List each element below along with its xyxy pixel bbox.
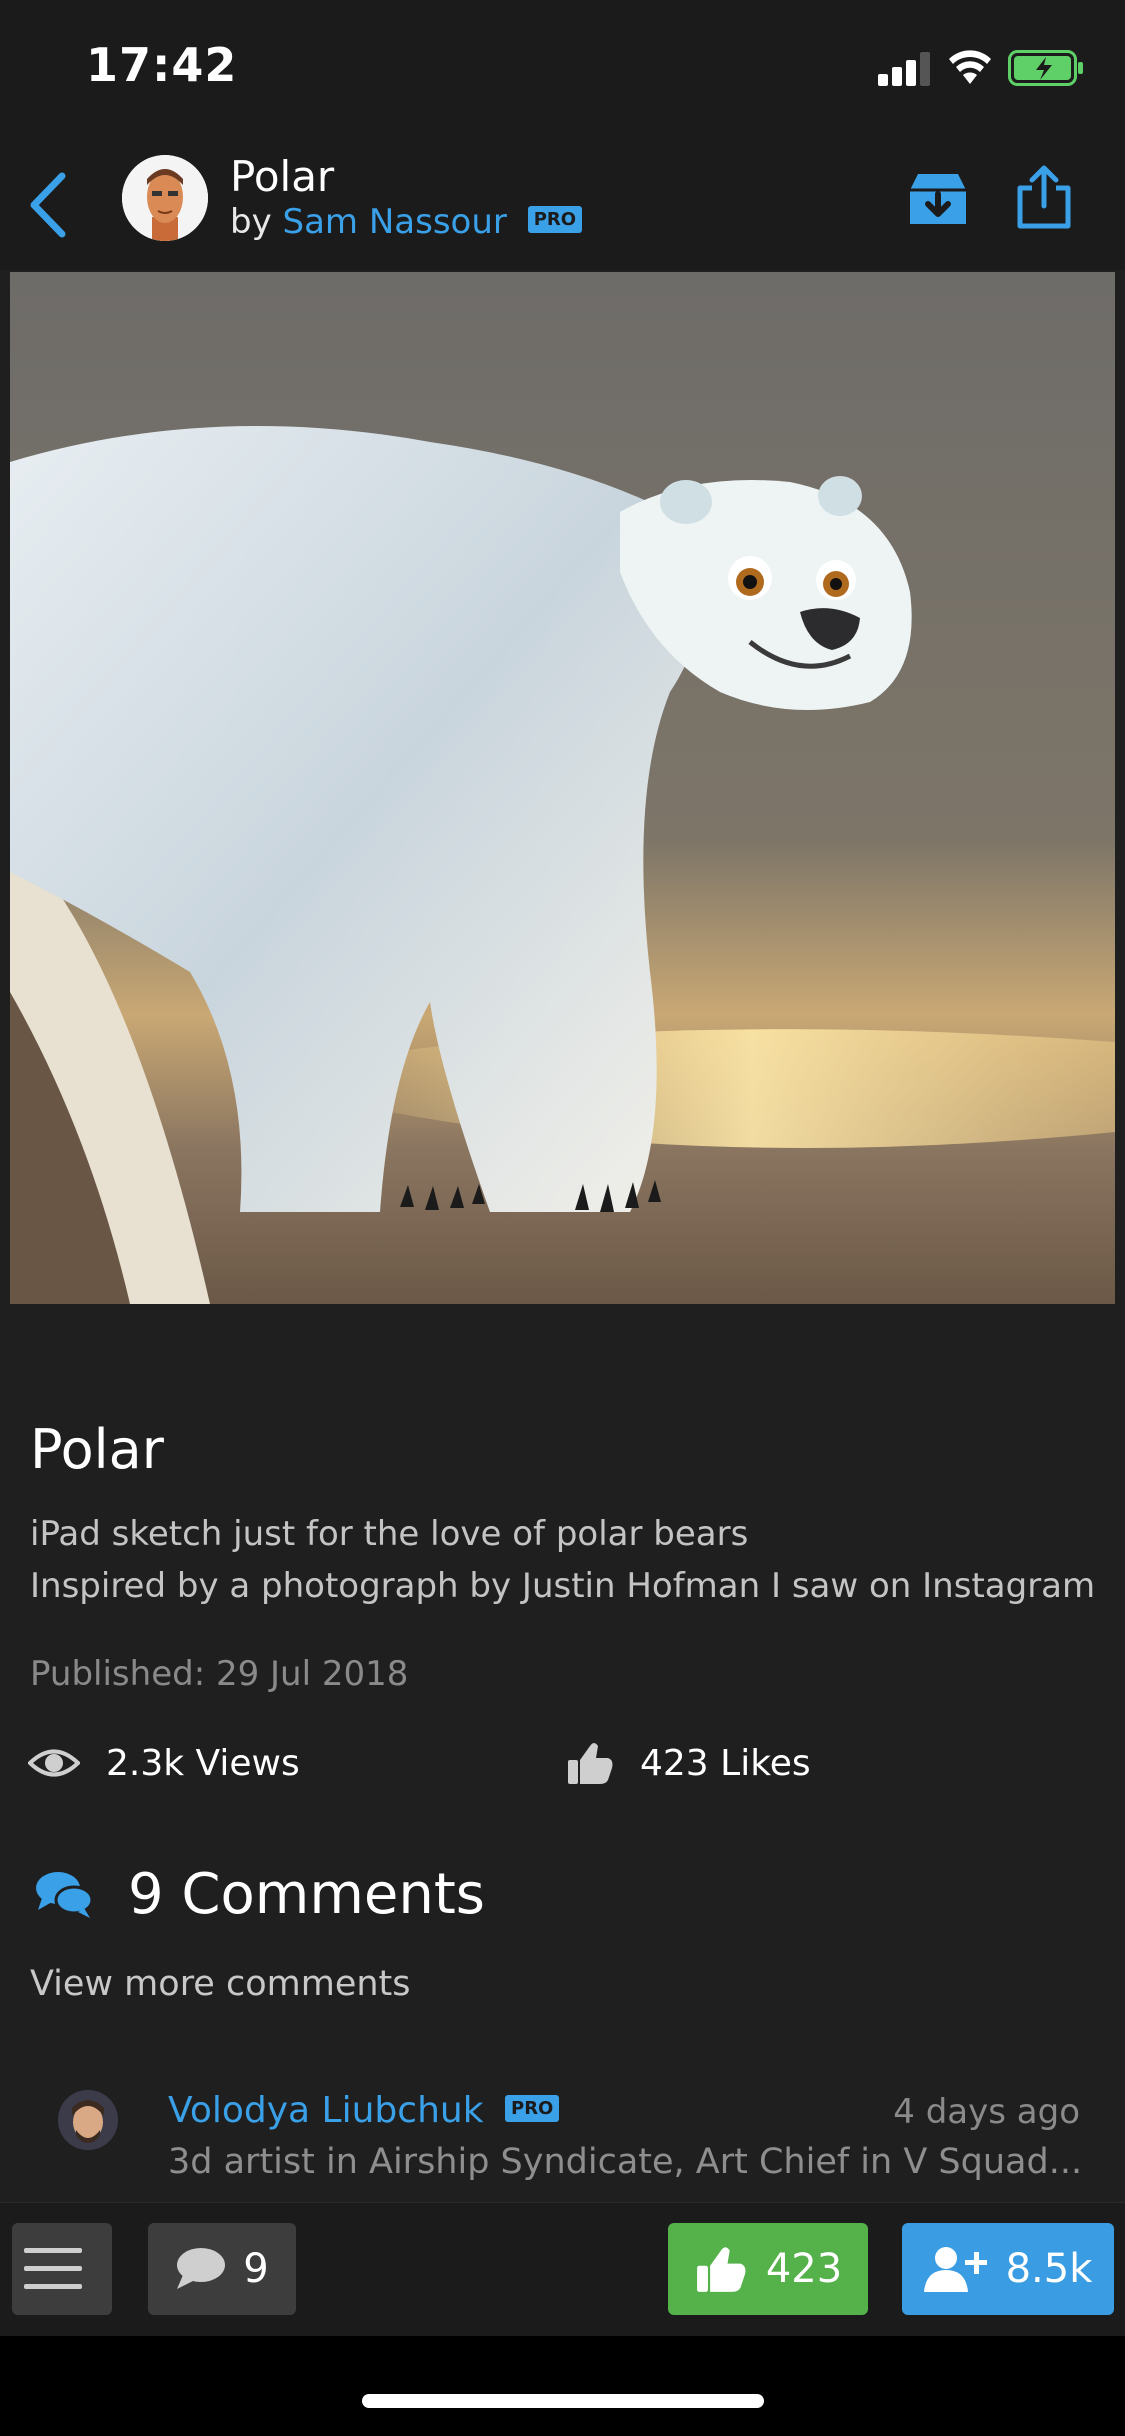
author-link[interactable]: Sam Nassour xyxy=(283,202,507,242)
artwork-screen: 17:42 Polar by Sam Nassour PRO Polar iPa… xyxy=(0,0,1125,2436)
commenter-name[interactable]: Volodya Liubchuk PRO xyxy=(168,2090,560,2131)
author-avatar[interactable] xyxy=(122,155,208,241)
artwork-title: Polar xyxy=(30,1418,164,1481)
status-bar: 17:42 xyxy=(0,0,1125,140)
comments-button[interactable]: 9 xyxy=(148,2223,296,2315)
like-button-count: 423 xyxy=(765,2246,843,2292)
view-more-comments-link[interactable]: View more comments xyxy=(30,1964,411,2004)
signal-icon xyxy=(878,52,930,86)
polar-bear-illustration xyxy=(10,272,1115,1304)
follow-button[interactable]: 8.5k xyxy=(902,2223,1114,2315)
views-stat: 2.3k Views xyxy=(28,1736,300,1790)
comment-item: Volodya Liubchuk PRO 4 days ago 3d artis… xyxy=(0,2080,1125,2200)
header-title: Polar xyxy=(230,152,335,201)
eye-icon xyxy=(28,1749,80,1777)
commenter-pro-badge: PRO xyxy=(505,2094,560,2122)
comment-time: 4 days ago xyxy=(893,2092,1080,2132)
commenter-avatar[interactable] xyxy=(58,2090,118,2150)
save-icon[interactable] xyxy=(908,170,968,228)
commenter-name-text[interactable]: Volodya Liubchuk xyxy=(168,2090,484,2131)
share-icon[interactable] xyxy=(1016,164,1072,230)
avatar-illustration xyxy=(122,155,208,241)
home-indicator-area xyxy=(0,2336,1125,2436)
header-byline: by Sam Nassour PRO xyxy=(230,202,583,242)
by-prefix: by xyxy=(230,202,272,242)
like-button[interactable]: 423 xyxy=(668,2223,868,2315)
wifi-icon xyxy=(949,50,991,84)
thumbs-up-icon xyxy=(696,2247,746,2292)
back-icon[interactable] xyxy=(24,170,70,240)
likes-stat: 423 Likes xyxy=(566,1736,811,1790)
pro-badge: PRO xyxy=(527,206,583,233)
likes-count: 423 Likes xyxy=(640,1742,811,1784)
menu-button[interactable] xyxy=(12,2223,112,2315)
status-time: 17:42 xyxy=(86,38,238,92)
add-user-icon xyxy=(923,2247,987,2292)
menu-icon xyxy=(24,2248,82,2289)
artwork-image[interactable] xyxy=(10,272,1115,1304)
follow-button-count: 8.5k xyxy=(1005,2246,1093,2292)
artwork-description: iPad sketch just for the love of polar b… xyxy=(30,1508,1095,1612)
comment-text: 3d artist in Airship Syndicate, Art Chie… xyxy=(168,2142,1083,2182)
comment-bubble-icon xyxy=(177,2248,226,2289)
battery-icon xyxy=(1008,50,1083,86)
description-line-2: Inspired by a photograph by Justin Hofma… xyxy=(30,1566,1096,1606)
commenter-avatar-illustration xyxy=(58,2090,118,2150)
home-indicator[interactable] xyxy=(362,2394,764,2408)
comments-button-count: 9 xyxy=(243,2246,269,2292)
views-count: 2.3k Views xyxy=(106,1742,300,1784)
description-line-1: iPad sketch just for the love of polar b… xyxy=(30,1514,749,1554)
bottom-action-bar: 9 423 8.5k xyxy=(0,2202,1125,2336)
published-date: Published: 29 Jul 2018 xyxy=(30,1654,409,1694)
comments-icon xyxy=(36,1871,94,1918)
comments-heading: 9 Comments xyxy=(34,1862,485,1927)
header: Polar by Sam Nassour PRO xyxy=(0,140,1125,270)
thumbs-up-icon xyxy=(568,1743,613,1784)
comments-count-title: 9 Comments xyxy=(128,1862,485,1927)
